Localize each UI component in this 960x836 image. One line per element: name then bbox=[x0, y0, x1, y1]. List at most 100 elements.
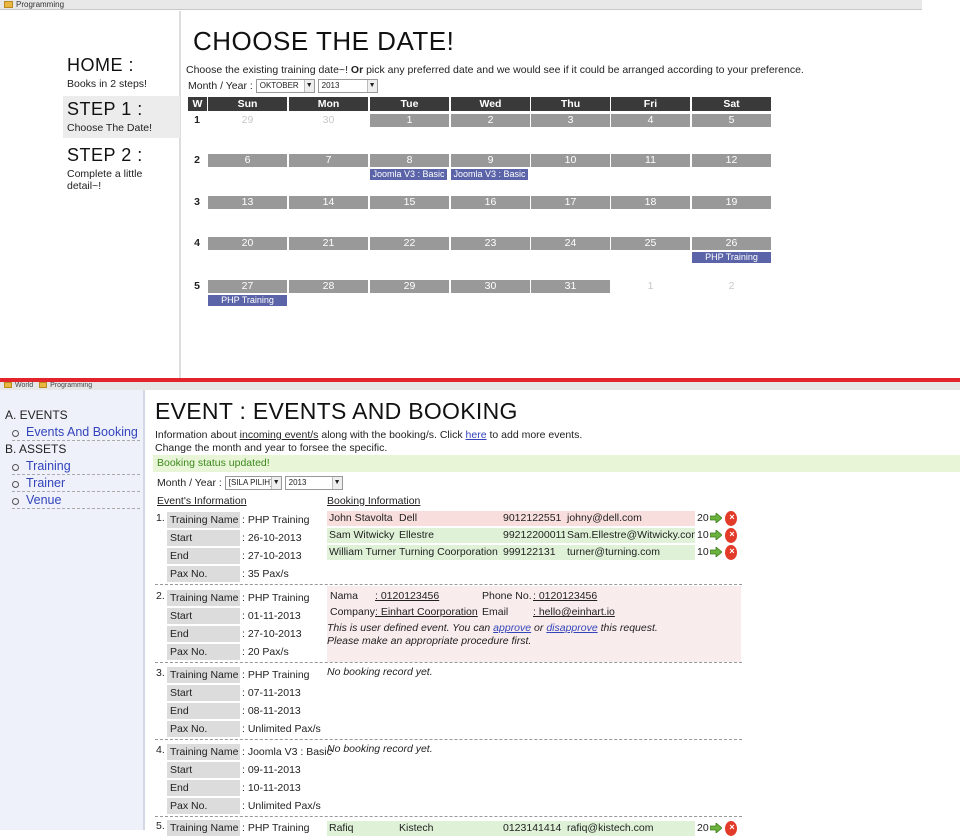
booking-name: William Turner bbox=[327, 545, 397, 560]
booking-company: Ellestre bbox=[397, 528, 501, 543]
calendar-day[interactable]: 30 bbox=[451, 280, 530, 293]
add-event-link[interactable]: here bbox=[466, 429, 487, 441]
calendar-day[interactable]: 8 bbox=[370, 154, 449, 167]
bookmark-world[interactable]: World bbox=[15, 382, 33, 389]
field-label-end: End bbox=[167, 780, 240, 796]
month-year-label: Month / Year : bbox=[157, 476, 222, 489]
calendar-day[interactable]: 18 bbox=[611, 196, 690, 209]
step-2[interactable]: STEP 2 : Complete a little detail~! bbox=[63, 142, 180, 196]
incoming-events-link[interactable]: incoming event/s bbox=[240, 429, 319, 441]
reject-icon[interactable]: × bbox=[725, 821, 737, 836]
bookmark-programming[interactable]: Programming bbox=[50, 382, 92, 389]
calendar-day[interactable]: 15 bbox=[370, 196, 449, 209]
booking-row: William Turner Turning Coorporation 999122… bbox=[327, 545, 741, 560]
calendar-day[interactable]: 21 bbox=[289, 237, 368, 250]
calendar-day[interactable]: 29 bbox=[370, 280, 449, 293]
calendar-day[interactable]: 13 bbox=[208, 196, 287, 209]
year-select[interactable]: 2013 ▼ bbox=[284, 476, 343, 490]
page-title: EVENT : EVENTS AND BOOKING bbox=[155, 398, 518, 424]
year-select-value: 2013 bbox=[321, 81, 340, 90]
calendar-day[interactable]: 7 bbox=[289, 154, 368, 167]
calendar-header-5: Thu bbox=[531, 97, 610, 111]
nav-events-and-booking[interactable]: Events And Booking bbox=[12, 425, 140, 441]
calendar-day[interactable]: 20 bbox=[208, 237, 287, 250]
booking-pax: 10 bbox=[697, 529, 709, 541]
no-booking-text: No booking record yet. bbox=[327, 666, 433, 678]
calendar-event[interactable]: PHP Training bbox=[208, 295, 287, 306]
event-separator bbox=[155, 584, 742, 585]
reject-icon[interactable]: × bbox=[725, 528, 737, 543]
calendar-event[interactable]: Joomla V3 : Basic bbox=[451, 169, 528, 180]
calendar-day[interactable]: 16 bbox=[451, 196, 530, 209]
event-separator bbox=[155, 662, 742, 663]
col-booking-info: Booking Information bbox=[327, 495, 421, 507]
field-label-end: End bbox=[167, 548, 240, 564]
calendar-day: 1 bbox=[647, 280, 654, 292]
approve-arrow-icon[interactable] bbox=[710, 547, 722, 557]
calendar-day[interactable]: 17 bbox=[531, 196, 610, 209]
chevron-down-icon: ▼ bbox=[331, 477, 342, 489]
bookmarks-bar: Programming bbox=[0, 0, 922, 10]
disapprove-link[interactable]: disapprove bbox=[546, 622, 597, 634]
user-defined-booking: Nama : 0120123456 Phone No. : 0120123456… bbox=[327, 586, 741, 662]
booking-company: Dell bbox=[397, 511, 501, 526]
calendar-day[interactable]: 3 bbox=[531, 114, 610, 127]
calendar-day[interactable]: 2 bbox=[451, 114, 530, 127]
field-value-name: : PHP Training bbox=[242, 514, 310, 526]
section-events: A. EVENTS bbox=[5, 408, 68, 422]
reject-icon[interactable]: × bbox=[725, 511, 737, 526]
calendar-day[interactable]: 11 bbox=[611, 154, 690, 167]
month-select[interactable]: OKTOBER ▼ bbox=[255, 79, 315, 93]
booking-phone: 99212200011 bbox=[501, 528, 565, 543]
msg-part: or bbox=[534, 622, 544, 634]
nav-venue[interactable]: Venue bbox=[12, 493, 140, 509]
folder-icon bbox=[4, 1, 13, 8]
calendar-day[interactable]: 12 bbox=[692, 154, 771, 167]
calendar-day[interactable]: 9 bbox=[451, 154, 530, 167]
reject-icon[interactable]: × bbox=[725, 545, 737, 560]
info-part: Information about bbox=[155, 429, 237, 441]
field-value-start: : 07-11-2013 bbox=[242, 687, 301, 699]
bookmark-programming[interactable]: Programming bbox=[16, 0, 64, 9]
calendar-day[interactable]: 1 bbox=[370, 114, 449, 127]
calendar-event[interactable]: PHP Training bbox=[692, 252, 771, 263]
week-number: 4 bbox=[194, 237, 200, 249]
events-booking-screen: World Programming A. EVENTS Events And B… bbox=[0, 382, 960, 836]
calendar-day[interactable]: 14 bbox=[289, 196, 368, 209]
intro-part: Choose the existing training date~! bbox=[186, 64, 348, 76]
calendar-day[interactable]: 10 bbox=[531, 154, 610, 167]
step-subtitle: Books in 2 steps! bbox=[67, 78, 147, 90]
nav-trainer[interactable]: Trainer bbox=[12, 476, 140, 492]
nav-training[interactable]: Training bbox=[12, 459, 140, 475]
intro-text: Choose the existing training date~! Or p… bbox=[186, 64, 804, 76]
booking-name: Rafiq bbox=[327, 821, 397, 836]
calendar-event[interactable]: Joomla V3 : Basic bbox=[370, 169, 447, 180]
field-label-start: Start bbox=[167, 530, 240, 546]
calendar-day[interactable]: 19 bbox=[692, 196, 771, 209]
calendar-day[interactable]: 26 bbox=[692, 237, 771, 250]
info-text: Information about incoming event/s along… bbox=[155, 429, 582, 455]
no-booking-text: No booking record yet. bbox=[327, 743, 433, 755]
calendar-day[interactable]: 22 bbox=[370, 237, 449, 250]
booking-name: John Stavolta bbox=[327, 511, 397, 526]
approve-arrow-icon[interactable] bbox=[710, 513, 722, 523]
calendar-day[interactable]: 31 bbox=[531, 280, 610, 293]
calendar-day[interactable]: 25 bbox=[611, 237, 690, 250]
booking-row: John Stavolta Dell 9012122551 johny@dell.co… bbox=[327, 511, 741, 526]
calendar-day[interactable]: 28 bbox=[289, 280, 368, 293]
month-select[interactable]: [SILA PILIH] ▼ bbox=[224, 476, 282, 490]
approve-arrow-icon[interactable] bbox=[710, 823, 722, 833]
year-select[interactable]: 2013 ▼ bbox=[317, 79, 378, 93]
calendar-day[interactable]: 6 bbox=[208, 154, 287, 167]
step-1[interactable]: STEP 1 : Choose The Date! bbox=[63, 96, 180, 138]
event-separator bbox=[155, 816, 742, 817]
approve-link[interactable]: approve bbox=[493, 622, 531, 634]
calendar-day[interactable]: 5 bbox=[692, 114, 771, 127]
approve-arrow-icon[interactable] bbox=[710, 530, 722, 540]
step-home[interactable]: HOME : Books in 2 steps! bbox=[63, 52, 180, 94]
calendar-day[interactable]: 27 bbox=[208, 280, 287, 293]
calendar-day[interactable]: 24 bbox=[531, 237, 610, 250]
calendar-day[interactable]: 4 bbox=[611, 114, 690, 127]
booking-email: rafiq@kistech.com bbox=[565, 821, 695, 836]
calendar-day[interactable]: 23 bbox=[451, 237, 530, 250]
